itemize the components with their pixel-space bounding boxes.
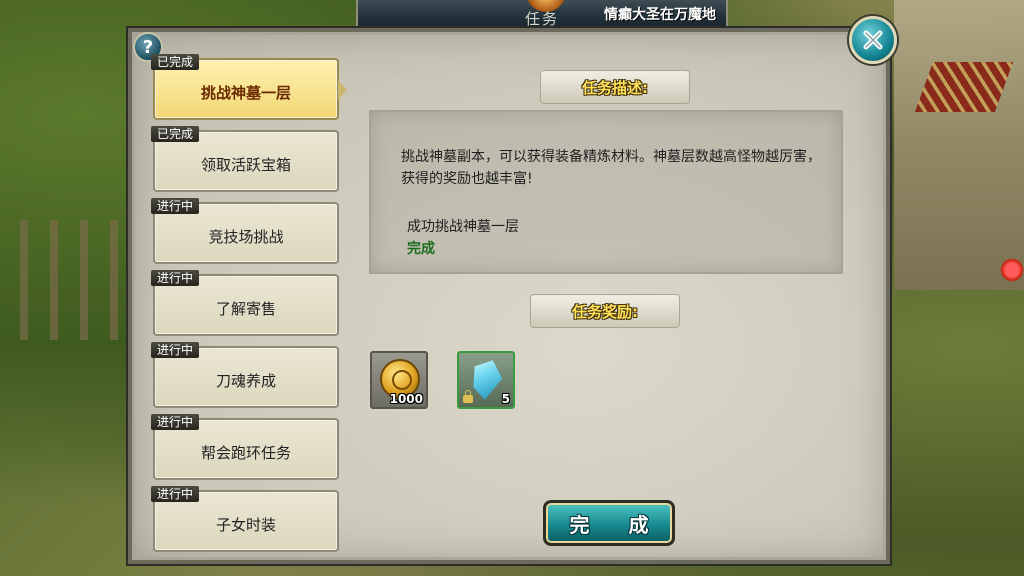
task-item-6[interactable]: 进行中 帮会跑环任务 [151,414,339,480]
description-header: 任务描述: [540,70,690,104]
task-status-badge: 进行中 [151,270,200,286]
selected-arrow-icon [338,80,347,100]
task-name: 领取活跃宝箱 [200,156,291,174]
title-bar: 任务 情癫大圣在万魔地 [356,0,728,30]
background-fence [20,220,130,340]
task-status-badge: 进行中 [151,342,200,358]
task-name: 帮会跑环任务 [200,444,291,462]
description-text: 挑战神墓副本，可以获得装备精炼材料。神墓层数越高怪物越厉害，获得的奖励也越丰富! [401,149,821,187]
task-name: 竞技场挑战 [208,228,284,246]
task-status-badge: 已完成 [151,54,200,70]
task-name: 刀魂养成 [215,372,276,390]
background-flower [1000,258,1024,282]
reward-quantity: 5 [501,392,510,406]
task-item-1[interactable]: 已完成 挑战神墓一层 [151,54,347,120]
reward-slot-gold[interactable]: 1000 [370,351,428,409]
complete-button-label: 完 成 [569,512,665,537]
close-icon [863,30,883,50]
task-status-badge: 已完成 [151,126,200,142]
rewards-header: 任务奖励: [530,294,680,328]
reward-slot-crystal[interactable]: 5 [457,351,515,409]
rewards-header-label: 任务奖励: [572,302,638,321]
task-item-3[interactable]: 进行中 竞技场挑战 [151,198,339,264]
task-name: 挑战神墓一层 [200,84,291,102]
background-building [894,0,1024,290]
goal-text: 成功挑战神墓一层 [407,219,519,235]
task-item-7[interactable]: 进行中 子女时装 [151,486,339,552]
notice-text: 情癫大圣在万魔地 [604,7,716,23]
description-box: 挑战神墓副本，可以获得装备精炼材料。神墓层数越高怪物越厉害，获得的奖励也越丰富!… [369,110,843,274]
complete-button[interactable]: 完 成 [543,500,675,546]
description-header-label: 任务描述: [582,78,648,97]
lock-icon [463,390,473,403]
task-name: 子女时装 [215,516,276,534]
task-status-badge: 进行中 [151,486,200,502]
task-name: 了解寄售 [215,300,276,318]
task-status-badge: 进行中 [151,414,200,430]
task-item-2[interactable]: 已完成 领取活跃宝箱 [151,126,339,192]
task-list: 已完成 挑战神墓一层 已完成 领取活跃宝箱 进行中 竞技场挑战 进行中 了解寄售… [148,52,347,552]
reward-quantity: 1000 [389,392,423,406]
task-item-4[interactable]: 进行中 了解寄售 [151,270,339,336]
task-item-5[interactable]: 进行中 刀魂养成 [151,342,339,408]
close-button[interactable] [849,16,897,64]
goal-status: 完成 [407,241,435,257]
task-status-badge: 进行中 [151,198,200,214]
